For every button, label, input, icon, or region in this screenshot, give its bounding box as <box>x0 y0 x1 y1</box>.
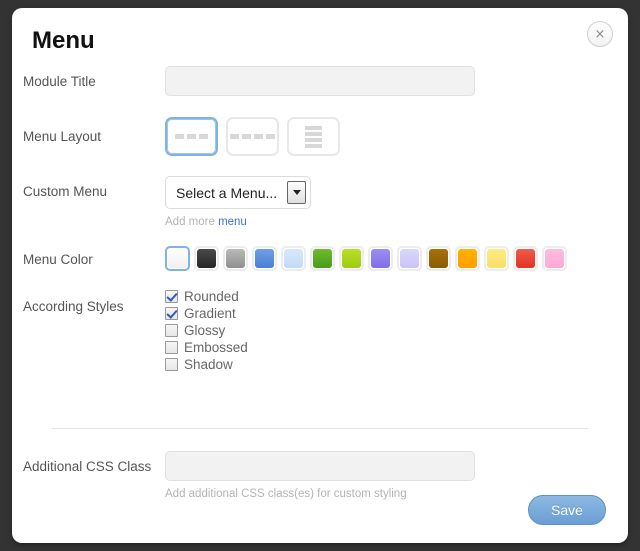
color-swatch-fill <box>545 249 564 268</box>
color-swatch-fill <box>371 249 390 268</box>
row-custom-menu: Custom Menu Select a Menu... Add more me… <box>12 176 628 228</box>
label-menu-layout: Menu Layout <box>23 129 102 144</box>
label-module-title: Module Title <box>23 74 96 89</box>
checkbox-unchecked-icon[interactable] <box>165 358 178 371</box>
field-according-styles: Rounded Gradient Glossy Embossed Shadow <box>165 289 628 372</box>
layout-options <box>165 117 628 156</box>
color-swatch-orange[interactable] <box>455 246 480 271</box>
field-additional-css: Add additional CSS class(es) for custom … <box>165 451 628 500</box>
field-module-title <box>165 66 628 96</box>
checkbox-unchecked-icon[interactable] <box>165 324 178 337</box>
checkbox-checked-icon[interactable] <box>165 290 178 303</box>
color-swatch-fill <box>487 249 506 268</box>
color-swatch-pink[interactable] <box>542 246 567 271</box>
color-swatch-light-purple[interactable] <box>397 246 422 271</box>
color-swatch-white[interactable] <box>165 246 190 271</box>
field-menu-color <box>165 246 628 271</box>
color-swatch-fill <box>429 249 448 268</box>
style-checkbox-rounded[interactable]: Rounded <box>165 289 628 304</box>
layout-option-vertical-list[interactable] <box>287 117 340 156</box>
label-custom-menu: Custom Menu <box>23 184 108 199</box>
layout-preview-icon <box>230 134 275 139</box>
row-module-title: Module Title <box>12 66 628 96</box>
color-swatch-red[interactable] <box>513 246 538 271</box>
close-button[interactable]: × <box>587 21 613 47</box>
color-swatch-fill <box>255 249 274 268</box>
style-checkbox-gradient[interactable]: Gradient <box>165 306 628 321</box>
color-swatch-green[interactable] <box>310 246 335 271</box>
layout-preview-icon <box>175 134 208 139</box>
style-checkbox-glossy[interactable]: Glossy <box>165 323 628 338</box>
layout-option-horizontal-3[interactable] <box>165 117 218 156</box>
color-swatch-grey[interactable] <box>223 246 248 271</box>
save-button[interactable]: Save <box>528 495 606 525</box>
color-swatch-fill <box>400 249 419 268</box>
label-menu-color: Menu Color <box>23 252 93 267</box>
color-swatch-fill <box>284 249 303 268</box>
hint-prefix-text: Add more <box>165 216 219 228</box>
modal-backdrop: Menu × Module Title Menu Layout Custom M… <box>0 0 640 551</box>
layout-preview-icon <box>305 125 322 148</box>
checkbox-unchecked-icon[interactable] <box>165 341 178 354</box>
color-swatch-fill <box>516 249 535 268</box>
label-according-styles: According Styles <box>23 299 124 314</box>
style-checkbox-label: Gradient <box>184 306 236 321</box>
label-additional-css: Additional CSS Class <box>23 459 152 474</box>
color-swatch-list <box>165 246 628 271</box>
additional-css-input[interactable] <box>165 451 475 481</box>
custom-menu-hint: Add more menu <box>165 209 628 228</box>
style-checkbox-label: Rounded <box>184 289 239 304</box>
style-checkbox-label: Glossy <box>184 323 226 338</box>
custom-menu-select[interactable]: Select a Menu... <box>165 176 312 209</box>
module-title-input[interactable] <box>165 66 475 96</box>
color-swatch-fill <box>458 249 477 268</box>
color-swatch-fill <box>226 249 245 268</box>
custom-menu-selected-value: Select a Menu... <box>176 184 278 201</box>
style-checkbox-label: Embossed <box>184 340 248 355</box>
page-title: Menu <box>32 27 95 54</box>
color-swatch-purple[interactable] <box>368 246 393 271</box>
layout-option-horizontal-4[interactable] <box>226 117 279 156</box>
section-divider <box>52 428 588 429</box>
style-checkbox-label: Shadow <box>184 357 233 372</box>
add-more-menu-link[interactable]: menu <box>218 216 247 228</box>
color-swatch-black[interactable] <box>194 246 219 271</box>
style-checkbox-embossed[interactable]: Embossed <box>165 340 628 355</box>
color-swatch-lime[interactable] <box>339 246 364 271</box>
color-swatch-fill <box>197 249 216 268</box>
color-swatch-light-blue[interactable] <box>281 246 306 271</box>
color-swatch-fill <box>342 249 361 268</box>
settings-form: Module Title Menu Layout Custom Menu Sel… <box>12 66 628 372</box>
close-icon: × <box>594 26 606 42</box>
color-swatch-brown[interactable] <box>426 246 451 271</box>
field-menu-layout <box>165 117 628 156</box>
chevron-down-icon[interactable] <box>287 181 307 204</box>
row-additional-css: Additional CSS Class Add additional CSS … <box>12 451 628 500</box>
checkbox-checked-icon[interactable] <box>165 307 178 320</box>
row-according-styles: According Styles Rounded Gradient Glossy Em… <box>12 289 628 372</box>
menu-settings-dialog: Menu × Module Title Menu Layout Custom M… <box>12 8 628 543</box>
color-swatch-fill <box>168 249 187 268</box>
color-swatch-yellow[interactable] <box>484 246 509 271</box>
row-menu-layout: Menu Layout <box>12 117 628 156</box>
row-menu-color: Menu Color <box>12 246 628 271</box>
color-swatch-fill <box>313 249 332 268</box>
style-checkbox-list: Rounded Gradient Glossy Embossed Shadow <box>165 289 628 372</box>
field-custom-menu: Select a Menu... Add more menu <box>165 176 628 228</box>
color-swatch-blue[interactable] <box>252 246 277 271</box>
style-checkbox-shadow[interactable]: Shadow <box>165 357 628 372</box>
